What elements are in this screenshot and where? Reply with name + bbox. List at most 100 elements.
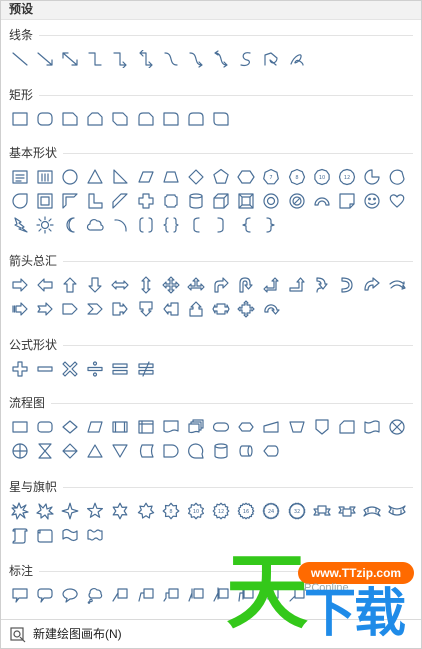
accent-callout-1-icon[interactable]	[210, 584, 232, 606]
sequential-access-icon[interactable]	[185, 440, 207, 462]
not-equal-icon[interactable]	[135, 358, 157, 380]
pie-icon[interactable]	[361, 166, 383, 188]
line-callout-3-icon[interactable]	[160, 584, 182, 606]
vertical-scroll-icon[interactable]	[9, 524, 31, 546]
explosion-2-icon[interactable]	[34, 500, 56, 522]
down-arrow-callout-icon[interactable]	[135, 298, 157, 320]
multidocument-icon[interactable]	[185, 416, 207, 438]
process-icon[interactable]	[9, 416, 31, 438]
rounded-rectangle-icon[interactable]	[34, 108, 56, 130]
sun-icon[interactable]	[34, 214, 56, 236]
down-ribbon-icon[interactable]	[336, 500, 358, 522]
cross-icon[interactable]	[135, 190, 157, 212]
arc-icon[interactable]	[109, 214, 131, 236]
circular-arrow-icon[interactable]	[260, 298, 282, 320]
round-same-side-rect-icon[interactable]	[185, 108, 207, 130]
alternate-process-icon[interactable]	[34, 416, 56, 438]
curved-up-arrow-icon[interactable]	[361, 274, 383, 296]
chord-icon[interactable]	[386, 166, 408, 188]
explosion-1-icon[interactable]	[9, 500, 31, 522]
bent-arrow-icon[interactable]	[210, 274, 232, 296]
terminator-icon[interactable]	[210, 416, 232, 438]
7-point-star-icon[interactable]	[135, 500, 157, 522]
sort-icon[interactable]	[59, 440, 81, 462]
cube-icon[interactable]	[210, 190, 232, 212]
collate-icon[interactable]	[34, 440, 56, 462]
notched-right-arrow-icon[interactable]	[34, 298, 56, 320]
off-page-connector-icon[interactable]	[311, 416, 333, 438]
u-turn-arrow-icon[interactable]	[235, 274, 257, 296]
down-arrow-icon[interactable]	[84, 274, 106, 296]
curved-double-arrow-connector-icon[interactable]	[210, 48, 232, 70]
horizontal-scroll-icon[interactable]	[34, 524, 56, 546]
triangle-icon[interactable]	[84, 166, 106, 188]
chevron-arrow-icon[interactable]	[84, 298, 106, 320]
curve-icon[interactable]	[235, 48, 257, 70]
right-arrow-icon[interactable]	[9, 274, 31, 296]
vertical-text-box-icon[interactable]	[34, 166, 56, 188]
smiley-face-icon[interactable]	[361, 190, 383, 212]
double-wave-icon[interactable]	[84, 524, 106, 546]
equal-icon[interactable]	[109, 358, 131, 380]
decision-icon[interactable]	[59, 416, 81, 438]
right-bracket-icon[interactable]	[210, 214, 232, 236]
curved-down-arrow-icon[interactable]	[386, 274, 408, 296]
teardrop-icon[interactable]	[9, 190, 31, 212]
double-arrow-line-icon[interactable]	[59, 48, 81, 70]
striped-right-arrow-icon[interactable]	[9, 298, 31, 320]
cloud-icon[interactable]	[84, 214, 106, 236]
quad-arrow-icon[interactable]	[160, 274, 182, 296]
decagon-icon[interactable]: 10	[311, 166, 333, 188]
left-up-arrow-icon[interactable]	[260, 274, 282, 296]
up-down-arrow-icon[interactable]	[135, 274, 157, 296]
rect-callout-icon[interactable]	[9, 584, 31, 606]
12-point-star-icon[interactable]: 12	[210, 500, 232, 522]
quad-arrow-callout-icon[interactable]	[235, 298, 257, 320]
left-right-arrow-callout-icon[interactable]	[210, 298, 232, 320]
curved-left-arrow-icon[interactable]	[336, 274, 358, 296]
hexagon-icon[interactable]	[235, 166, 257, 188]
card-icon[interactable]	[336, 416, 358, 438]
text-box-icon[interactable]	[9, 166, 31, 188]
rounded-rect-callout-icon[interactable]	[34, 584, 56, 606]
frame-icon[interactable]	[34, 190, 56, 212]
10-point-star-icon[interactable]: 10	[185, 500, 207, 522]
round-single-corner-rect-icon[interactable]	[160, 108, 182, 130]
data-icon[interactable]	[84, 416, 106, 438]
left-brace-icon[interactable]	[235, 214, 257, 236]
internal-storage-icon[interactable]	[135, 416, 157, 438]
border-callout-icon[interactable]	[286, 584, 308, 606]
arrow-line-icon[interactable]	[34, 48, 56, 70]
oval-callout-icon[interactable]	[59, 584, 81, 606]
4-point-star-icon[interactable]	[59, 500, 81, 522]
oval-icon[interactable]	[59, 166, 81, 188]
right-brace-icon[interactable]	[260, 214, 282, 236]
snip-diagonal-rect-icon[interactable]	[109, 108, 131, 130]
no-symbol-icon[interactable]	[286, 190, 308, 212]
minus-icon[interactable]	[34, 358, 56, 380]
24-point-star-icon[interactable]: 24	[260, 500, 282, 522]
round-diagonal-rect-icon[interactable]	[210, 108, 232, 130]
curved-connector-icon[interactable]	[160, 48, 182, 70]
display-icon[interactable]	[260, 440, 282, 462]
left-arrow-callout-icon[interactable]	[160, 298, 182, 320]
donut-icon[interactable]	[260, 190, 282, 212]
cloud-callout-icon[interactable]	[84, 584, 106, 606]
or-icon[interactable]	[9, 440, 31, 462]
magnetic-disk-icon[interactable]	[210, 440, 232, 462]
can-icon[interactable]	[185, 190, 207, 212]
pentagon-icon[interactable]	[210, 166, 232, 188]
extract-icon[interactable]	[84, 440, 106, 462]
manual-input-icon[interactable]	[260, 416, 282, 438]
trapezoid-icon[interactable]	[160, 166, 182, 188]
elbow-double-arrow-connector-icon[interactable]	[135, 48, 157, 70]
merge-icon[interactable]	[109, 440, 131, 462]
manual-operation-icon[interactable]	[286, 416, 308, 438]
multiply-icon[interactable]	[59, 358, 81, 380]
plaque-icon[interactable]	[160, 190, 182, 212]
wave-icon[interactable]	[59, 524, 81, 546]
rectangle-icon[interactable]	[9, 108, 31, 130]
left-bracket-icon[interactable]	[185, 214, 207, 236]
line-callout-1-icon[interactable]	[109, 584, 131, 606]
division-icon[interactable]	[84, 358, 106, 380]
